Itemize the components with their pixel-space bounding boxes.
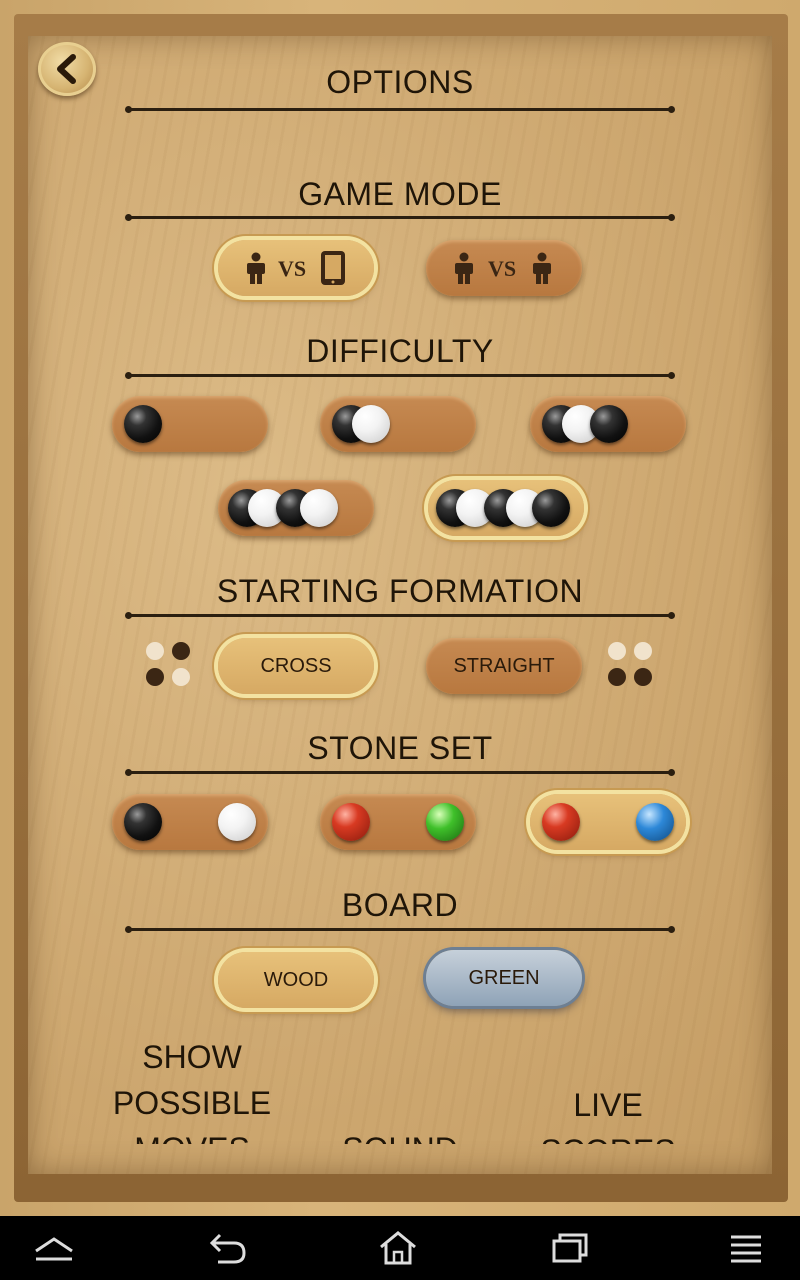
vs-label: VS bbox=[278, 256, 307, 281]
light-dot bbox=[172, 668, 190, 686]
show-moves-line1: SHOW bbox=[142, 1039, 242, 1075]
sound-toggle[interactable]: SOUND bbox=[310, 1126, 490, 1144]
live-scores-toggle[interactable]: LIVE SCORES bbox=[518, 1082, 698, 1144]
white-stone bbox=[218, 803, 256, 841]
black-stone bbox=[590, 405, 628, 443]
green-label: GREEN bbox=[468, 966, 540, 989]
show-moves-line2: POSSIBLE bbox=[112, 1085, 272, 1121]
section-difficulty: DIFFICULTY bbox=[306, 333, 494, 369]
mode-human-vs-human-button[interactable]: VS bbox=[426, 240, 582, 296]
back-icon bbox=[209, 1233, 246, 1264]
light-dot bbox=[634, 642, 652, 660]
light-dot bbox=[146, 642, 164, 660]
black-stone bbox=[124, 803, 162, 841]
person-icon bbox=[533, 252, 551, 284]
section-stone-set: STONE SET bbox=[307, 730, 493, 766]
divider bbox=[125, 372, 675, 379]
divider bbox=[125, 612, 675, 619]
toggles-area: SHOW POSSIBLE MOVES SOUND LIVE SCORES bbox=[28, 1030, 772, 1144]
up-chevron-icon bbox=[35, 1237, 73, 1261]
straight-label: STRAIGHT bbox=[453, 654, 555, 677]
board-green-button[interactable]: GREEN bbox=[426, 950, 582, 1006]
red-stone bbox=[542, 803, 580, 841]
section-board: BOARD bbox=[341, 887, 459, 923]
dark-dot bbox=[146, 668, 164, 686]
black-stone bbox=[532, 489, 570, 527]
board-wood-button[interactable]: WOOD bbox=[218, 952, 374, 1008]
back-nav-button[interactable] bbox=[204, 1228, 252, 1268]
home-nav-button[interactable] bbox=[374, 1228, 422, 1268]
cross-label: CROSS bbox=[260, 654, 332, 677]
sound-label: SOUND bbox=[310, 1126, 490, 1144]
difficulty-1-button[interactable] bbox=[112, 396, 268, 452]
dark-dot bbox=[634, 668, 652, 686]
difficulty-5-button[interactable] bbox=[428, 480, 584, 536]
green-stone bbox=[426, 803, 464, 841]
show-moves-toggle[interactable]: SHOW POSSIBLE MOVES bbox=[102, 1034, 282, 1144]
show-moves-line3: MOVES bbox=[102, 1126, 282, 1144]
tablet-icon bbox=[321, 251, 345, 285]
cross-formation-icon bbox=[146, 642, 192, 688]
vs-label: VS bbox=[488, 256, 517, 281]
black-stone bbox=[124, 405, 162, 443]
stone-set-red-green-button[interactable] bbox=[320, 794, 476, 850]
dark-dot bbox=[608, 668, 626, 686]
formation-cross-button[interactable]: CROSS bbox=[218, 638, 374, 694]
formation-straight-button[interactable]: STRAIGHT bbox=[426, 638, 582, 694]
system-nav-bar bbox=[0, 1216, 800, 1280]
person-icon bbox=[247, 252, 265, 284]
recent-apps-button[interactable] bbox=[546, 1228, 594, 1268]
up-chevron-button[interactable] bbox=[30, 1228, 78, 1268]
white-stone bbox=[300, 489, 338, 527]
red-stone bbox=[332, 803, 370, 841]
live-scores-line1: LIVE bbox=[573, 1087, 643, 1123]
dark-dot bbox=[172, 642, 190, 660]
mode-human-vs-device-button[interactable]: VS bbox=[218, 240, 374, 296]
page-title: OPTIONS bbox=[326, 64, 474, 100]
live-scores-line2: SCORES bbox=[518, 1128, 698, 1144]
recent-apps-icon bbox=[552, 1233, 588, 1263]
menu-button[interactable] bbox=[722, 1228, 770, 1268]
divider bbox=[125, 106, 675, 113]
divider bbox=[125, 214, 675, 221]
home-icon bbox=[380, 1231, 416, 1265]
section-game-mode: GAME MODE bbox=[298, 176, 502, 212]
divider bbox=[125, 926, 675, 933]
difficulty-4-button[interactable] bbox=[218, 480, 374, 536]
white-stone bbox=[352, 405, 390, 443]
stone-set-red-blue-button[interactable] bbox=[530, 794, 686, 850]
section-starting-formation: STARTING FORMATION bbox=[216, 573, 584, 609]
wood-label: WOOD bbox=[263, 968, 329, 991]
stone-set-black-white-button[interactable] bbox=[112, 794, 268, 850]
menu-icon bbox=[731, 1235, 761, 1263]
divider bbox=[125, 769, 675, 776]
light-dot bbox=[608, 642, 626, 660]
difficulty-3-button[interactable] bbox=[530, 396, 686, 452]
person-icon bbox=[455, 252, 473, 284]
blue-stone bbox=[636, 803, 674, 841]
difficulty-2-button[interactable] bbox=[320, 396, 476, 452]
straight-formation-icon bbox=[608, 642, 654, 688]
